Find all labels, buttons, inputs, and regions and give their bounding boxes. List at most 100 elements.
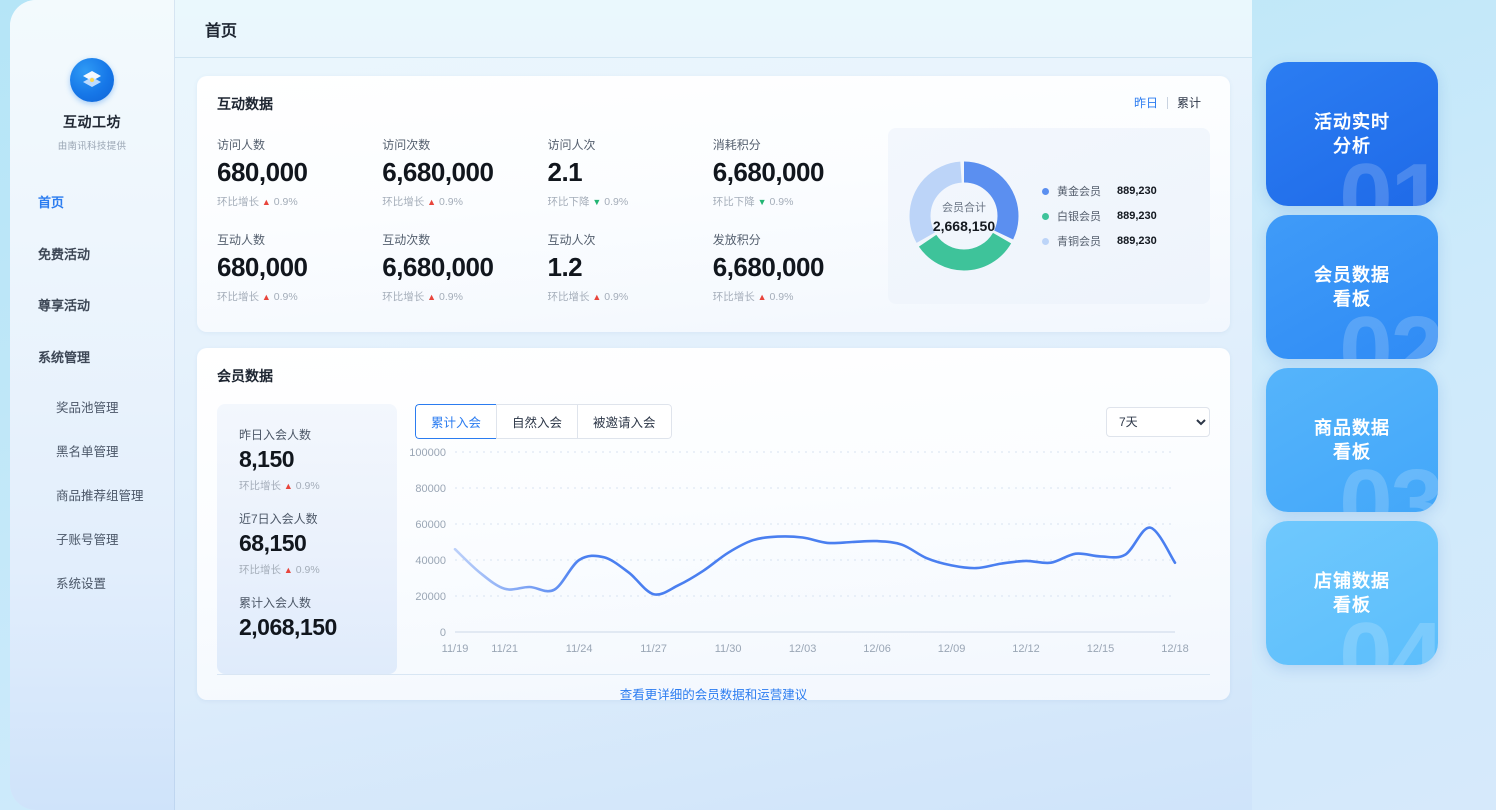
line-series-path xyxy=(453,526,1177,596)
layers-logo-icon xyxy=(70,58,114,102)
member-side-stat: 近7日入会人数 68,150 环比增长 ▲ 0.9% xyxy=(239,510,397,577)
svg-text:80000: 80000 xyxy=(415,483,446,495)
legend-name: 黄金会员 xyxy=(1057,186,1101,198)
stat-value: 680,000 xyxy=(217,157,308,187)
interaction-body: 访问人数 680,000 环比增长 ▲ 0.9% 访问次数 6,680,000 环比增长 … xyxy=(217,128,1210,304)
svg-text:12/15: 12/15 xyxy=(1087,643,1115,655)
stat-cell: 互动人次 1.2 环比增长 ▲ 0.9% xyxy=(548,231,713,304)
member-chart-tabs[interactable]: 累计入会 自然入会 被邀请入会 xyxy=(415,404,672,439)
member-data-card: 会员数据 昨日入会人数 8,150 环比增长 ▲ 0.9% 近7日入会人数 68,150… xyxy=(197,348,1230,702)
sidebar-item-8[interactable]: 系统设置 xyxy=(10,568,174,601)
side-delta-value: 0.9% xyxy=(295,480,320,492)
member-line-chart: 0 20000 40000 60000 80000 100000 11/19 11/21 11/… xyxy=(397,444,1210,672)
sidebar-item-4[interactable]: 奖品池管理 xyxy=(10,392,174,425)
svg-text:12/06: 12/06 xyxy=(863,643,891,655)
sidebar-item-label: 商品推荐组管理 xyxy=(56,489,144,504)
member-card-footer: 查看更详细的会员数据和运营建议 xyxy=(217,674,1210,712)
svg-text:12/12: 12/12 xyxy=(1012,643,1040,655)
rail-card-1[interactable]: 02 会员数据 看板 xyxy=(1266,215,1438,359)
rail-card-number: 03 xyxy=(1339,450,1438,513)
interaction-stat-grid: 访问人数 680,000 环比增长 ▲ 0.9% 访问次数 6,680,000 环比增长 … xyxy=(217,136,888,304)
stat-delta-label: 环比增长 xyxy=(217,195,259,208)
rail-card-3[interactable]: 04 店铺数据 看板 xyxy=(1266,521,1438,665)
donut-chart-wrap: 会员合计 2,668,150 xyxy=(888,157,1040,275)
sidebar: 互动工坊 由南讯科技提供 首页 免费活动 尊享活动 系统管理 奖品池管理 黑名单管理 商品推… xyxy=(10,0,175,810)
stat-cell: 发放积分 6,680,000 环比增长 ▲ 0.9% xyxy=(713,231,878,304)
side-delta-label: 环比增长 xyxy=(239,480,281,492)
arrow-up-icon: ▲ xyxy=(283,565,293,575)
donut-legend: 黄金会员 889,230 白银会员 889,230 青铜会员 889,230 xyxy=(1040,174,1210,258)
stat-label: 访问次数 xyxy=(382,138,431,152)
member-tab-0[interactable]: 累计入会 xyxy=(415,404,497,439)
legend-dot-icon xyxy=(1042,212,1049,220)
rail-card-2[interactable]: 03 商品数据 看板 xyxy=(1266,368,1438,512)
stat-delta: 环比下降 ▼ 0.9% xyxy=(713,194,878,209)
sidebar-item-label: 黑名单管理 xyxy=(56,445,119,460)
arrow-up-icon: ▲ xyxy=(261,291,271,302)
sidebar-item-label: 首页 xyxy=(38,195,65,210)
sidebar-item-label: 系统设置 xyxy=(56,577,107,592)
rail-card-number: 02 xyxy=(1339,297,1438,360)
sidebar-item-5[interactable]: 黑名单管理 xyxy=(10,436,174,469)
stat-cell: 访问次数 6,680,000 环比增长 ▲ 0.9% xyxy=(382,136,547,209)
stat-label: 消耗积分 xyxy=(712,138,761,152)
stat-delta-label: 环比增长 xyxy=(382,290,425,303)
stat-delta-value: 0.9% xyxy=(273,290,298,303)
stat-delta-value: 0.9% xyxy=(769,195,794,208)
date-range-select[interactable]: 7天15天30天 xyxy=(1106,406,1210,437)
arrow-down-icon: ▼ xyxy=(592,196,602,207)
svg-text:12/18: 12/18 xyxy=(1161,643,1189,655)
topbar: 首页 xyxy=(175,0,1252,58)
stat-cell: 访问人数 680,000 环比增长 ▲ 0.9% xyxy=(217,136,382,209)
stat-cell: 互动次数 6,680,000 环比增长 ▲ 0.9% xyxy=(382,231,547,304)
page-title: 首页 xyxy=(205,22,238,40)
sidebar-item-2[interactable]: 尊享活动 xyxy=(10,289,174,323)
member-detail-link[interactable]: 查看更详细的会员数据和运营建议 xyxy=(620,684,808,703)
member-tab-1[interactable]: 自然入会 xyxy=(496,404,578,439)
stat-value: 1.2 xyxy=(547,252,583,282)
stat-value: 680,000 xyxy=(217,252,308,282)
stat-delta-value: 0.9% xyxy=(604,195,629,208)
rail-card-0[interactable]: 01 活动实时 分析 xyxy=(1266,62,1438,206)
member-tab-2[interactable]: 被邀请入会 xyxy=(577,404,672,439)
stat-cell: 互动人数 680,000 环比增长 ▲ 0.9% xyxy=(217,231,382,304)
side-stat-label: 累计入会人数 xyxy=(239,596,312,610)
rail-card-title: 商品数据 看板 xyxy=(1314,417,1390,462)
stat-delta-label: 环比增长 xyxy=(547,290,590,303)
sidebar-item-label: 子账号管理 xyxy=(56,533,119,548)
sidebar-item-3[interactable]: 系统管理 xyxy=(10,341,174,375)
sidebar-item-7[interactable]: 子账号管理 xyxy=(10,524,174,557)
stat-label: 访问人数 xyxy=(217,138,266,152)
sidebar-item-0[interactable]: 首页 xyxy=(10,186,174,220)
svg-text:11/24: 11/24 xyxy=(566,643,593,655)
stat-delta-label: 环比下降 xyxy=(547,195,590,208)
sidebar-item-6[interactable]: 商品推荐组管理 xyxy=(10,480,174,513)
period-option-yesterday[interactable]: 昨日 xyxy=(1125,94,1167,111)
legend-name: 青铜会员 xyxy=(1057,236,1101,248)
sidebar-item-1[interactable]: 免费活动 xyxy=(10,238,174,272)
svg-text:11/21: 11/21 xyxy=(491,643,518,655)
period-toggle[interactable]: 昨日 累计 xyxy=(1125,94,1210,111)
stat-label: 访问人次 xyxy=(547,138,596,152)
donut-center-label: 会员合计 xyxy=(942,201,986,214)
side-stat-label: 近7日入会人数 xyxy=(239,512,318,526)
sidebar-item-label: 奖品池管理 xyxy=(56,401,119,416)
donut-center: 会员合计 2,668,150 xyxy=(905,157,1023,275)
period-option-cumulative[interactable]: 累计 xyxy=(1168,94,1210,111)
member-card-body: 昨日入会人数 8,150 环比增长 ▲ 0.9% 近7日入会人数 68,150 环比增长 … xyxy=(217,404,1210,674)
legend-dot-icon xyxy=(1042,187,1049,195)
member-side-stat: 累计入会人数 2,068,150 xyxy=(239,594,397,641)
stat-value: 6,680,000 xyxy=(382,157,494,187)
stat-label: 发放积分 xyxy=(712,233,761,247)
member-card-title: 会员数据 xyxy=(217,368,273,384)
brand-subtitle: 由南讯科技提供 xyxy=(57,141,127,152)
svg-text:60000: 60000 xyxy=(415,519,446,531)
stat-delta-label: 环比增长 xyxy=(217,290,259,303)
side-stat-label: 昨日入会人数 xyxy=(239,428,312,442)
stat-cell: 消耗积分 6,680,000 环比下降 ▼ 0.9% xyxy=(713,136,878,209)
stat-delta: 环比增长 ▲ 0.9% xyxy=(713,289,878,304)
stat-delta-value: 0.9% xyxy=(604,290,629,303)
dashboard-shortcut-rail: 01 活动实时 分析 02 会员数据 看板 03 商品数据 看板 04 店铺数据 看板 xyxy=(1252,0,1496,810)
member-donut-panel: 会员合计 2,668,150 黄金会员 889,230 白银会员 889,230 青铜会… xyxy=(888,128,1210,304)
stat-delta: 环比增长 ▲ 0.9% xyxy=(217,194,382,209)
